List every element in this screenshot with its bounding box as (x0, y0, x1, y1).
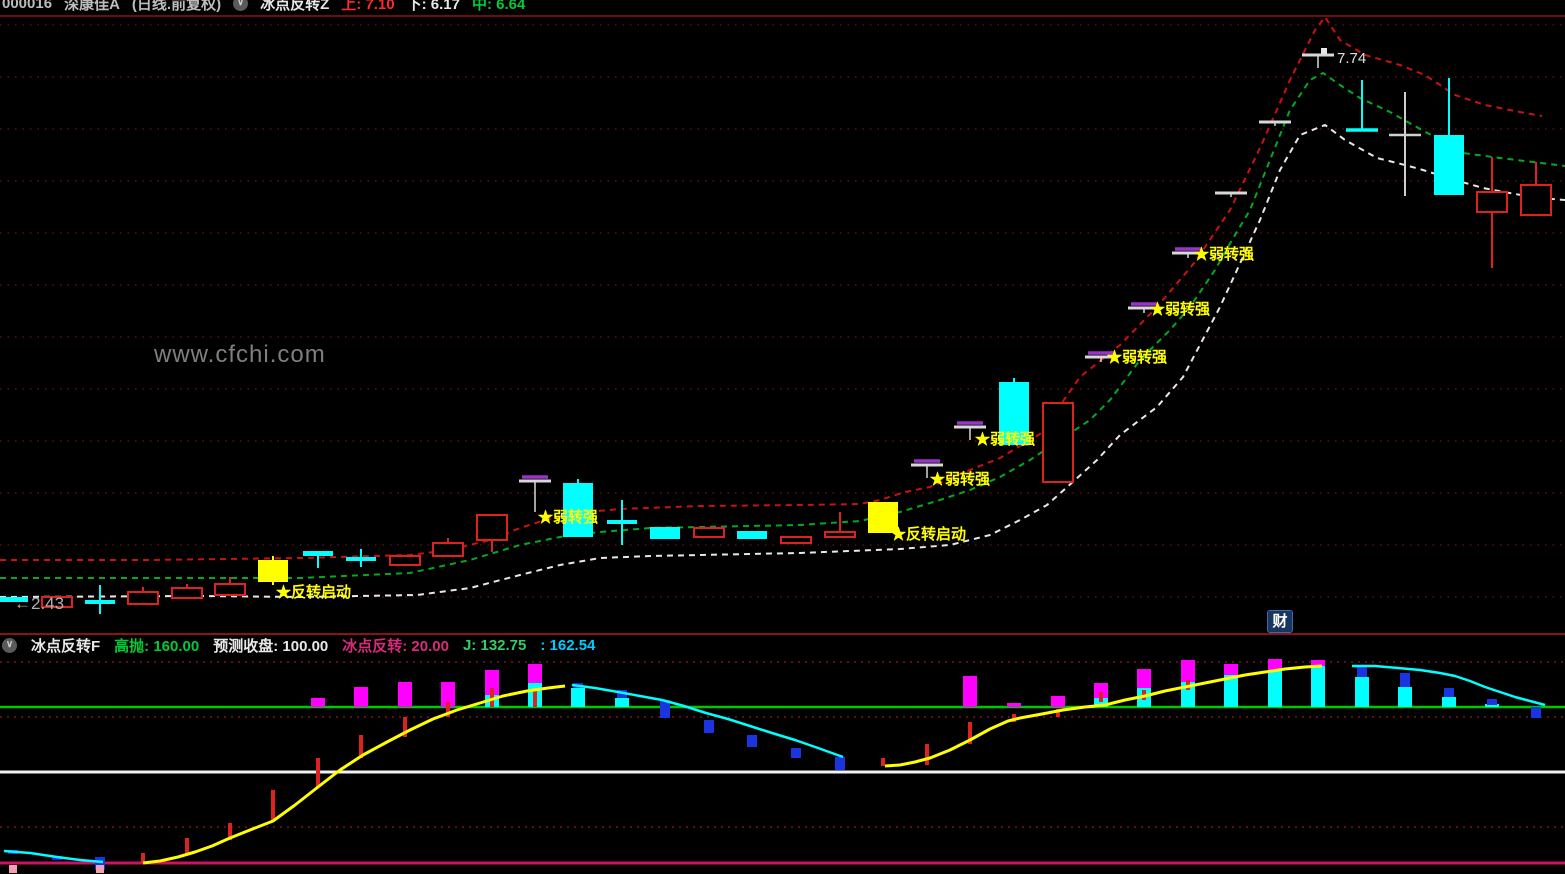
low-price-label: ←2.43 (14, 594, 65, 613)
indicator-panel-title: 冰点反转F (31, 638, 101, 655)
candle-down (303, 551, 333, 556)
histogram-bar-cyan (615, 698, 629, 707)
bingdian-value: 冰点反转: 20.00 (342, 638, 449, 655)
candle-up (214, 583, 246, 596)
candle-down (650, 527, 680, 539)
histogram-bar-blue (704, 720, 714, 733)
channel-line-green (0, 71, 1565, 579)
candle-up (389, 555, 421, 566)
top-separator-line (0, 15, 1565, 17)
main-chart-header: 000016 深康佳A (日线.前复权) ∨ 冰点反转Z 上: 7.10 下: … (2, 0, 525, 14)
candle-signal (258, 560, 288, 582)
histogram-bar-red (316, 758, 320, 787)
peak-price-label: 7.74 (1337, 50, 1367, 67)
channel-line-red (0, 15, 1543, 561)
histogram-bar-cyan (1355, 677, 1369, 707)
histogram-bar-blue (835, 757, 845, 770)
price-marker (1321, 48, 1327, 54)
candle-up (693, 527, 725, 538)
chart-canvas (0, 15, 1565, 873)
histogram-bar-blue (1487, 699, 1497, 705)
stock-name: 深康佳A (64, 0, 120, 13)
collapse-chevron-icon[interactable]: ∨ (233, 0, 249, 11)
extra-value: : 162.54 (540, 637, 596, 654)
histogram-bar-blue (1444, 688, 1454, 697)
gaopao-value: 高抛: 160.00 (114, 638, 200, 655)
histogram-bar-red (881, 758, 885, 766)
histogram-bar-magenta (1051, 696, 1065, 707)
histogram-bar-blue (1400, 673, 1410, 687)
candle-down (563, 483, 593, 537)
candle-up (1476, 191, 1508, 213)
histogram-bar-red (1099, 692, 1103, 702)
candle-down (85, 600, 115, 604)
histogram-bar-cyan (1442, 697, 1456, 707)
period-label: (日线.前复权) (131, 0, 222, 13)
histogram-bar-red (533, 690, 537, 707)
histogram-bar-cyan (1311, 666, 1325, 707)
histogram-bar-cyan (571, 688, 585, 707)
j-value: J: 132.75 (462, 637, 527, 654)
candle-up (1042, 402, 1074, 483)
histogram-bar-magenta (398, 682, 412, 707)
watermark: www.cfchi.com (154, 341, 326, 368)
candle-up (171, 587, 203, 599)
forecast-close-value: 预测收盘: 100.00 (213, 638, 329, 655)
candle-down (1434, 135, 1464, 195)
candle-up (780, 536, 812, 544)
candle-signal (868, 502, 898, 533)
candle-up (432, 542, 464, 557)
histogram-bar-magenta (1181, 660, 1195, 682)
stock-code: 000016 (2, 0, 53, 12)
histogram-bar-magenta (1224, 664, 1238, 675)
mid-band-value: 中: 6.64 (471, 0, 526, 13)
histogram-bar-blue (747, 735, 757, 747)
histogram-bar-red (271, 790, 275, 822)
histogram-bar-magenta (528, 664, 542, 683)
candle-down (999, 382, 1029, 445)
histogram-bar-red (925, 744, 929, 765)
indicator-curve-yellow_curve_2 (884, 664, 1323, 768)
indicator-panel-header: ∨ 冰点反转F 高抛: 160.00 预测收盘: 100.00 冰点反转: 20… (2, 635, 595, 656)
histogram-bar-magenta (354, 687, 368, 707)
histogram-bar-pink (9, 865, 17, 873)
histogram-bar-blue (1531, 707, 1541, 718)
indicator-curve-cyan_curve_1 (3, 849, 104, 864)
candle-down (607, 520, 637, 524)
candle-up (127, 591, 159, 605)
candle-up (476, 514, 508, 541)
indicator-curve-yellow_curve_1 (142, 684, 566, 865)
histogram-bar-magenta (963, 676, 977, 707)
histogram-bar-pink (96, 865, 104, 873)
candle-up (824, 531, 856, 538)
finance-badge[interactable]: 财 (1267, 610, 1293, 633)
histogram-bar-blue (791, 748, 801, 758)
lower-band-value: 下: 6.17 (406, 0, 460, 13)
histogram-bar-magenta (1007, 703, 1021, 707)
histogram-bar-cyan (1398, 687, 1412, 707)
collapse-chevron-icon[interactable]: ∨ (2, 638, 17, 653)
upper-band-value: 上: 7.10 (341, 0, 395, 13)
candle-down (346, 557, 376, 561)
histogram-bar-magenta (311, 698, 325, 707)
main-indicator-name: 冰点反转Z (260, 0, 330, 13)
candle-up (1520, 184, 1552, 216)
histogram-bar-magenta (1137, 669, 1151, 688)
trading-app-window: 000016 深康佳A (日线.前复权) ∨ 冰点反转Z 上: 7.10 下: … (0, 0, 1565, 874)
candle-down (737, 531, 767, 539)
histogram-bar-cyan (1268, 670, 1282, 707)
